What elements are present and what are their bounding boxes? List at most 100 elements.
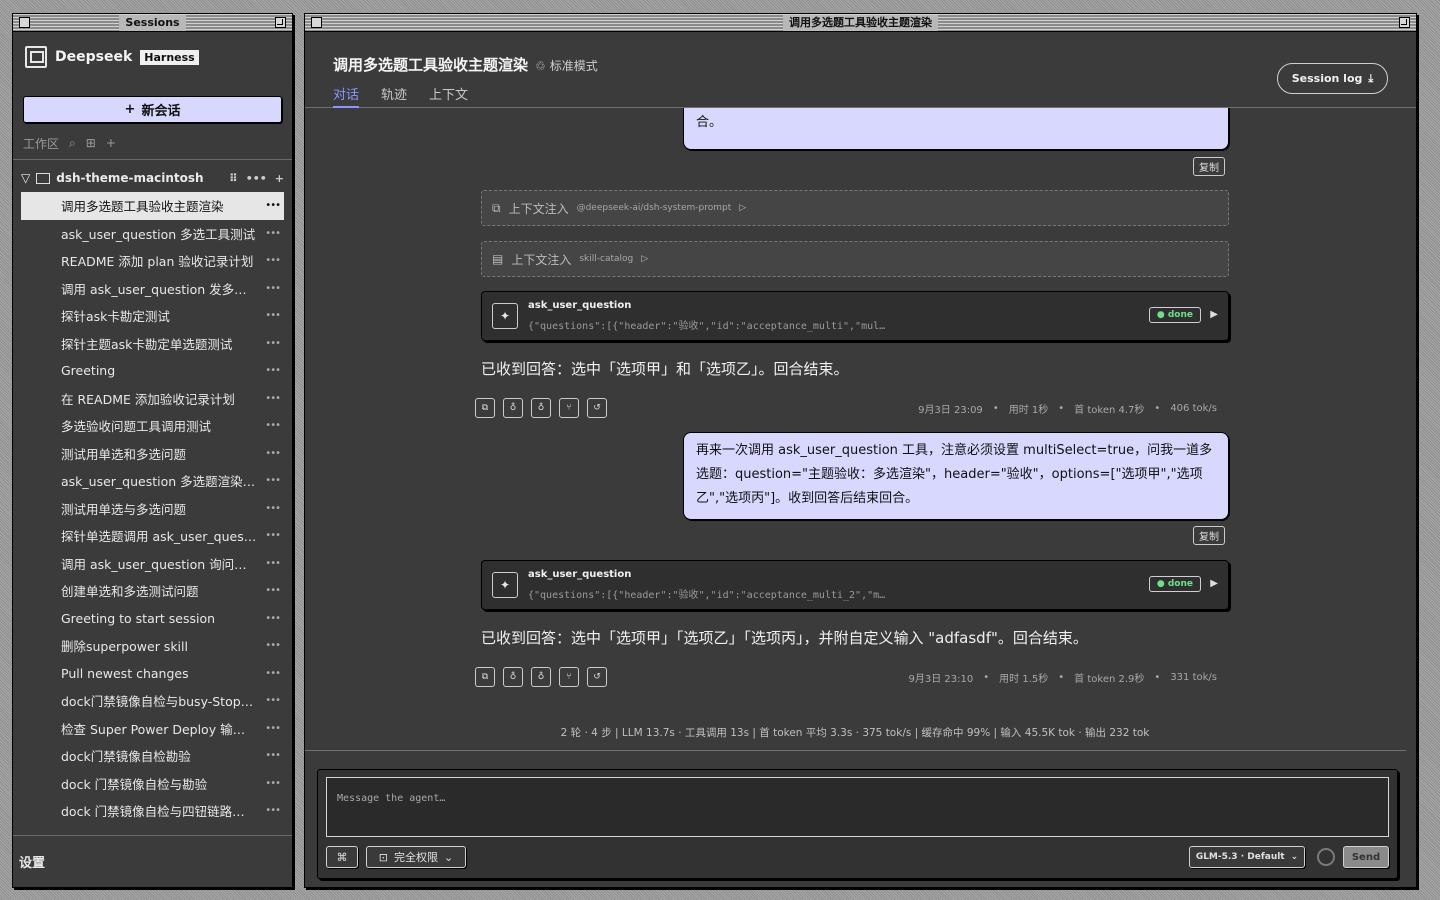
more-icon[interactable]: ••• <box>265 503 281 514</box>
session-item[interactable]: 删除superpower skill ••• <box>13 632 292 660</box>
session-item[interactable]: 调用多选题工具验收主题渲染 ••• <box>21 192 284 220</box>
session-item[interactable]: 探针主题ask卡勘定单选题测试 ••• <box>13 330 292 358</box>
session-item[interactable]: 探针单选题调用 ask_user_question ••• <box>13 522 292 550</box>
disclosure-triangle-icon[interactable]: ▽ <box>21 171 30 185</box>
more-icon[interactable]: ••• <box>265 475 281 486</box>
message-input[interactable]: Message the agent… <box>326 777 1389 837</box>
close-box[interactable] <box>19 17 30 28</box>
tab-trace[interactable]: 轨迹 <box>381 84 407 108</box>
tab-context[interactable]: 上下文 <box>429 84 468 108</box>
session-item[interactable]: 多选验收问题工具调用测试 ••• <box>13 412 292 440</box>
session-item[interactable]: dock门禁镜像自检勘验 ••• <box>13 742 292 770</box>
conversation[interactable]: 合。 复制 ⧉ 上下文注入 @deepseek-ai/dsh-system-pr… <box>305 108 1405 750</box>
chat-window: 调用多选题工具验收主题渲染 调用多选题工具验收主题渲染 ♲ 标准模式 对话 轨迹… <box>304 13 1417 888</box>
more-icon[interactable]: ••• <box>265 283 281 294</box>
permission-select[interactable]: ⊡ 完全权限 ⌄ <box>366 846 466 868</box>
more-icon[interactable]: ••• <box>265 585 281 596</box>
plus-icon: + <box>124 102 136 117</box>
add-session-icon[interactable]: + <box>275 172 284 185</box>
more-icon[interactable]: ••• <box>265 228 281 239</box>
zoom-box[interactable] <box>1399 17 1410 28</box>
close-box[interactable] <box>311 17 322 28</box>
retry-icon[interactable]: ↺ <box>587 398 607 418</box>
more-icon[interactable]: ••• <box>265 778 281 789</box>
session-item[interactable]: 调用 ask_user_question 发多选题 ••• <box>13 275 292 303</box>
drag-handle-icon[interactable]: ⠿ <box>229 172 238 185</box>
more-icon[interactable]: ••• <box>265 338 281 349</box>
more-icon[interactable]: ••• <box>265 255 281 266</box>
copy-icon[interactable]: ⧉ <box>475 398 495 418</box>
folder-row[interactable]: ▽ dsh-theme-macintosh ⠿ ••• + <box>13 164 292 192</box>
session-item[interactable]: dock 门禁镜像自检与四钮链路勘… ••• <box>13 797 292 824</box>
more-icon[interactable]: ••• <box>265 695 281 706</box>
session-item[interactable]: 探针ask卡勘定测试 ••• <box>13 302 292 330</box>
injection-label: 上下文注入 <box>508 201 569 216</box>
tool-call-card[interactable]: ✦ ask_user_question {"questions":[{"head… <box>481 291 1229 341</box>
session-label: 检查 Super Power Deploy 输入框… <box>61 721 257 737</box>
more-icon[interactable]: ••• <box>265 750 281 761</box>
session-item[interactable]: README 添加 plan 验收记录计划 ••• <box>13 247 292 275</box>
thumbs-up-icon[interactable]: ♁ <box>503 667 523 687</box>
session-item[interactable]: 测试用单选与多选问题 ••• <box>13 495 292 523</box>
session-item[interactable]: ask_user_question 多选工具测试 ••• <box>13 220 292 248</box>
session-item[interactable]: dock门禁镜像自检与busy-Stop链路… ••• <box>13 687 292 715</box>
tool-call-card[interactable]: ✦ ask_user_question {"questions":[{"head… <box>481 560 1229 610</box>
copy-button[interactable]: 复制 <box>1193 526 1225 545</box>
progress-ring-icon <box>1317 848 1335 866</box>
thumbs-down-icon[interactable]: ♁ <box>531 667 551 687</box>
more-icon[interactable]: ••• <box>265 420 281 431</box>
thumbs-up-icon[interactable]: ♁ <box>503 398 523 418</box>
session-item[interactable]: Greeting to start session ••• <box>13 605 292 633</box>
more-icon[interactable]: ••• <box>265 558 281 569</box>
tab-conversation[interactable]: 对话 <box>333 84 360 108</box>
session-item[interactable]: 测试用单选和多选问题 ••• <box>13 440 292 468</box>
filter-icon[interactable]: ⊞ <box>86 136 96 150</box>
branch-icon[interactable]: ⑂ <box>559 398 579 418</box>
more-icon[interactable]: ••• <box>265 805 281 816</box>
session-log-button[interactable]: Session log ⤓ <box>1277 63 1388 94</box>
retry-icon[interactable]: ↺ <box>587 667 607 687</box>
more-icon[interactable]: ••• <box>265 530 281 541</box>
expand-arrow-icon[interactable]: ▶ <box>1210 578 1218 589</box>
expand-arrow-icon[interactable]: ▶ <box>1210 309 1218 320</box>
zoom-box[interactable] <box>275 17 286 28</box>
send-button[interactable]: Send <box>1343 846 1389 868</box>
session-label: Greeting <box>61 363 116 379</box>
chat-titlebar[interactable]: 调用多选题工具验收主题渲染 <box>305 14 1416 32</box>
user-message-bubble: 合。 <box>683 108 1229 150</box>
add-workspace-icon[interactable]: + <box>106 136 116 150</box>
branch-icon[interactable]: ⑂ <box>559 667 579 687</box>
copy-button[interactable]: 复制 <box>1193 157 1225 176</box>
session-item[interactable]: 创建单选和多选测试问题 ••• <box>13 577 292 605</box>
user-message-bubble: 再来一次调用 ask_user_question 工具，注意必须设置 multi… <box>683 432 1229 520</box>
more-icon[interactable]: ••• <box>265 448 281 459</box>
settings-button[interactable]: 设置 <box>13 835 292 887</box>
session-item[interactable]: ask_user_question 多选题渲染验收 ••• <box>13 467 292 495</box>
more-icon[interactable]: ••• <box>265 640 281 651</box>
new-session-button[interactable]: + 新会话 <box>23 96 282 123</box>
more-icon[interactable]: ••• <box>246 172 267 185</box>
session-item[interactable]: Greeting ••• <box>13 357 292 385</box>
more-icon[interactable]: ••• <box>265 393 281 404</box>
more-icon[interactable]: ••• <box>265 200 281 211</box>
session-item[interactable]: 调用 ask_user_question 询问测量… ••• <box>13 550 292 578</box>
model-select[interactable]: GLM-5.3 · Default ⌄ <box>1189 846 1305 868</box>
copy-icon[interactable]: ⧉ <box>475 667 495 687</box>
more-icon[interactable]: ••• <box>265 723 281 734</box>
command-button[interactable]: ⌘ <box>326 846 358 868</box>
context-injection[interactable]: ⧉ 上下文注入 @deepseek-ai/dsh-system-prompt ▷ <box>481 190 1229 226</box>
context-injection[interactable]: ▤ 上下文注入 skill-catalog ▷ <box>481 241 1229 277</box>
more-icon[interactable]: ••• <box>265 310 281 321</box>
session-item[interactable]: 在 README 添加验收记录计划 ••• <box>13 385 292 413</box>
session-item[interactable]: 检查 Super Power Deploy 输入框… ••• <box>13 715 292 743</box>
thumbs-down-icon[interactable]: ♁ <box>531 398 551 418</box>
session-item[interactable]: dock 门禁镜像自检与勘验 ••• <box>13 770 292 798</box>
more-icon[interactable]: ••• <box>265 365 281 376</box>
brand-name: Deepseek <box>55 49 133 65</box>
search-icon[interactable]: ⌕ <box>69 136 76 151</box>
more-icon[interactable]: ••• <box>265 613 281 624</box>
session-item[interactable]: Pull newest changes ••• <box>13 660 292 688</box>
session-stats: 2 轮 · 4 步 | LLM 13.7s · 工具调用 13s | 首 tok… <box>560 727 1150 739</box>
more-icon[interactable]: ••• <box>265 668 281 679</box>
sessions-titlebar[interactable]: Sessions <box>13 14 292 32</box>
